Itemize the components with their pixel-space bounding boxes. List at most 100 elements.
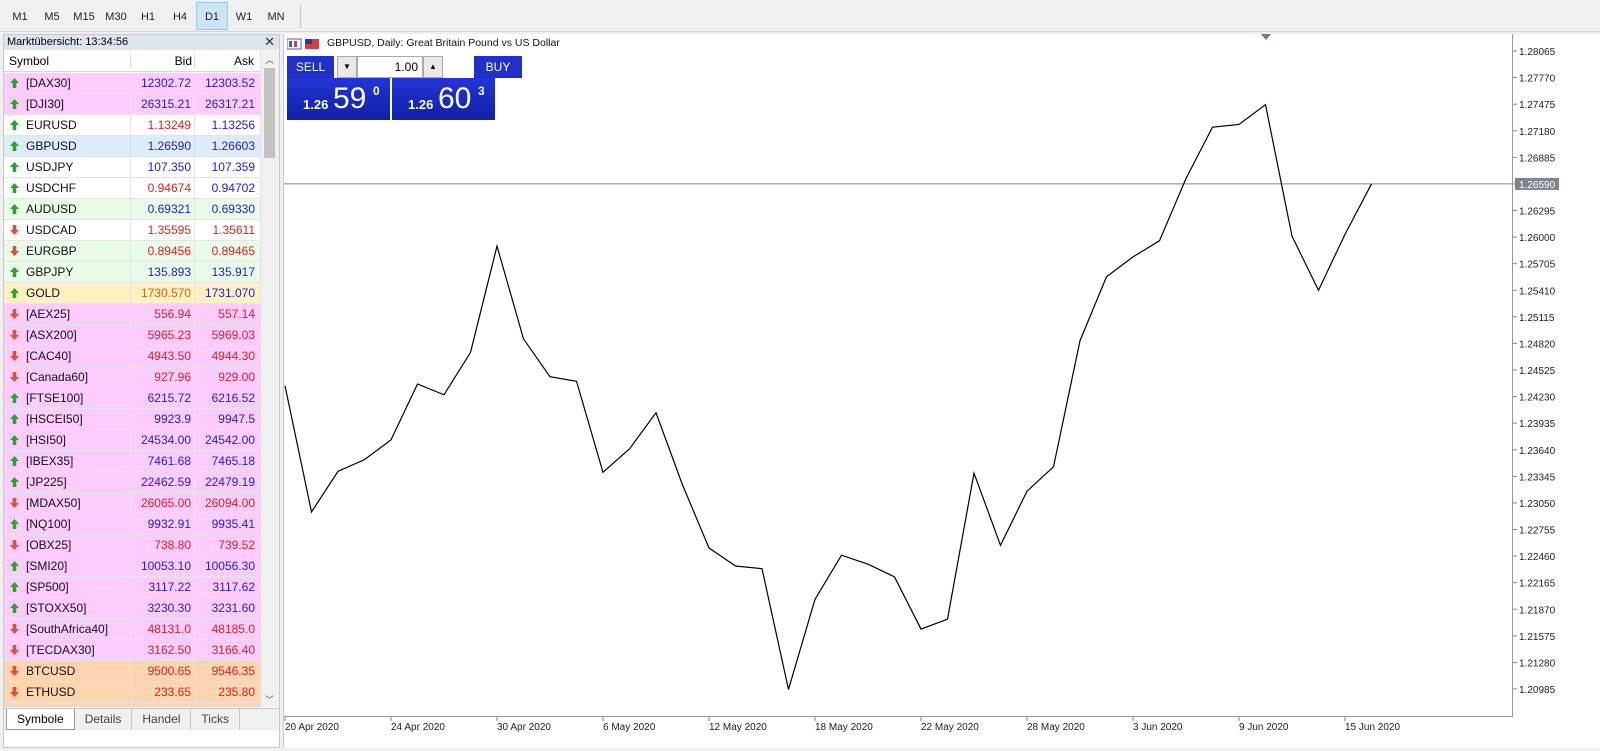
y-tick-label: 1.22460 [1519,552,1556,563]
bid-price: 12302.72 [130,73,193,93]
sell-price-box[interactable]: 1.26 59 0 [287,78,390,120]
symbol-row[interactable]: [DJI30] 26315.21 26317.21 [4,94,260,115]
bid-price: 6215.72 [130,388,193,408]
chevron-down-icon[interactable]: ﹀ [261,693,278,705]
bid-price: 48131.0 [130,619,193,639]
arrow-down-icon [10,645,19,655]
column-header-ask[interactable]: Ask [194,51,254,72]
symbol-row[interactable]: BTCUSD 9500.65 9546.35 [4,661,260,682]
symbol-name: [OBX25] [26,538,72,552]
ask-price: 5969.03 [194,325,257,345]
timeframe-button-mn[interactable]: MN [260,2,292,30]
sell-button[interactable]: SELL [287,56,334,78]
ask-price: 0.89465 [194,241,257,261]
arrow-down-icon [10,687,19,697]
symbol-row[interactable]: USDCHF 0.94674 0.94702 [4,178,260,199]
timeframe-button-m1[interactable]: M1 [4,2,36,30]
symbol-row[interactable]: [HSI50] 24534.00 24542.00 [4,430,260,451]
arrow-up-icon [10,435,19,445]
symbol-row[interactable]: [SMI20] 10053.10 10056.30 [4,556,260,577]
timeframe-button-m30[interactable]: M30 [100,2,132,30]
symbol-row[interactable]: [JP225] 22462.59 22479.19 [4,472,260,493]
symbol-row[interactable]: ETHUSD 233.65 235.80 [4,682,260,703]
timeframe-button-w1[interactable]: W1 [228,2,260,30]
symbol-row[interactable]: [TECDAX30] 3162.50 3166.40 [4,640,260,661]
bid-price: 5965.23 [130,325,193,345]
symbol-name: [FTSE100] [26,391,84,405]
chart-window[interactable]: 1.28065 1.27770 1.27475 1.27180 1.26885 1.262… [283,34,1600,748]
symbol-row[interactable]: USDJPY 107.350 107.359 [4,157,260,178]
symbol-row[interactable]: [SouthAfrica40] 48131.0 48185.0 [4,619,260,640]
symbol-row[interactable]: [CAC40] 4943.50 4944.30 [4,346,260,367]
symbol-row[interactable]: [SP500] 3117.22 3117.62 [4,577,260,598]
buy-button[interactable]: BUY [474,56,522,78]
y-tick-label: 1.24525 [1519,366,1556,377]
symbol-row[interactable]: [HSCEI50] 9923.9 9947.5 [4,409,260,430]
symbol-name: [CAC40] [26,349,72,363]
symbol-row[interactable]: EURUSD 1.13249 1.13256 [4,115,260,136]
close-icon[interactable]: ✕ [264,35,275,49]
lot-decrease-button[interactable]: ▼ [337,56,357,78]
y-tick-label: 1.23935 [1519,419,1556,430]
symbol-row[interactable]: [DAX30] 12302.72 12303.52 [4,73,260,94]
column-header-symbol[interactable]: Symbol [9,51,49,72]
symbol-row[interactable]: EURGBP 0.89456 0.89465 [4,241,260,262]
symbol-name: LTCUSD [26,703,73,707]
chevron-up-icon[interactable]: ︿ [261,53,278,65]
ask-price: 1.35611 [194,220,257,240]
symbol-row[interactable]: GOLD 1730.570 1731.070 [4,283,260,304]
symbol-row[interactable]: [OBX25] 738.80 739.52 [4,535,260,556]
symbol-row[interactable]: [FTSE100] 6215.72 6216.52 [4,388,260,409]
timeframe-button-h1[interactable]: H1 [132,2,164,30]
timeframe-button-h4[interactable]: H4 [164,2,196,30]
ask-price: 739.52 [194,535,257,555]
symbol-row[interactable]: [MDAX50] 26065.00 26094.00 [4,493,260,514]
ask-price: 1.26603 [194,136,257,156]
timeframe-button-m15[interactable]: M15 [68,2,100,30]
ask-price: 26317.21 [194,94,257,114]
timeframe-button-d1[interactable]: D1 [196,2,228,30]
arrow-up-icon [10,582,19,592]
symbol-name: [JP225] [26,475,67,489]
lot-size-input[interactable] [357,56,423,78]
scrollbar-thumb[interactable] [264,68,275,158]
symbol-name: USDCHF [26,181,76,195]
symbol-row[interactable]: [NQ100] 9932.91 9935.41 [4,514,260,535]
y-tick-label: 1.21280 [1519,658,1556,669]
tab-handel[interactable]: Handel [132,709,192,730]
ask-price: 557.14 [194,304,257,324]
symbol-name: GBPUSD [26,139,77,153]
symbol-row[interactable]: USDCAD 1.35595 1.35611 [4,220,260,241]
symbol-row[interactable]: [ASX200] 5965.23 5969.03 [4,325,260,346]
symbol-row[interactable]: LTCUSD 43.4744.23 [4,703,260,707]
symbol-name: ETHUSD [26,685,76,699]
symbol-row[interactable]: GBPJPY 135.893 135.917 [4,262,260,283]
symbol-row[interactable]: GBPUSD 1.26590 1.26603 [4,136,260,157]
bid-price: 233.65 [130,682,193,702]
market-watch-scrollbar[interactable]: ︿ ﹀ [260,51,279,707]
tab-details[interactable]: Details [75,709,133,730]
y-tick-label: 1.26000 [1519,233,1556,244]
y-tick-label: 1.24230 [1519,393,1556,404]
bid-price: 3117.22 [130,577,193,597]
y-tick-label: 1.27475 [1519,100,1556,111]
chart-shift-marker-icon[interactable] [1261,34,1271,40]
market-watch-title: Marktübersicht: 13:34:56 [7,36,129,48]
bid-price: 10053.10 [130,556,193,576]
symbol-name: USDJPY [26,160,74,174]
tab-ticks[interactable]: Ticks [191,709,240,730]
lot-increase-button[interactable]: ▲ [423,56,443,78]
symbol-name: [MDAX50] [26,496,81,510]
symbol-name: [IBEX35] [26,454,74,468]
symbol-row[interactable]: AUDUSD 0.69321 0.69330 [4,199,260,220]
symbol-row[interactable]: [Canada60] 927.96 929.00 [4,367,260,388]
bid-price: 3162.50 [130,640,193,660]
column-header-bid[interactable]: Bid [132,51,192,72]
timeframe-button-m5[interactable]: M5 [36,2,68,30]
symbol-row[interactable]: [IBEX35] 7461.68 7465.18 [4,451,260,472]
symbol-row[interactable]: [AEX25] 556.94 557.14 [4,304,260,325]
market-watch-tabs: Symbole Details Handel Ticks [4,708,279,730]
buy-price-box[interactable]: 1.26 60 3 [392,78,495,120]
symbol-row[interactable]: [STOXX50] 3230.30 3231.60 [4,598,260,619]
tab-symbole[interactable]: Symbole [6,709,75,730]
